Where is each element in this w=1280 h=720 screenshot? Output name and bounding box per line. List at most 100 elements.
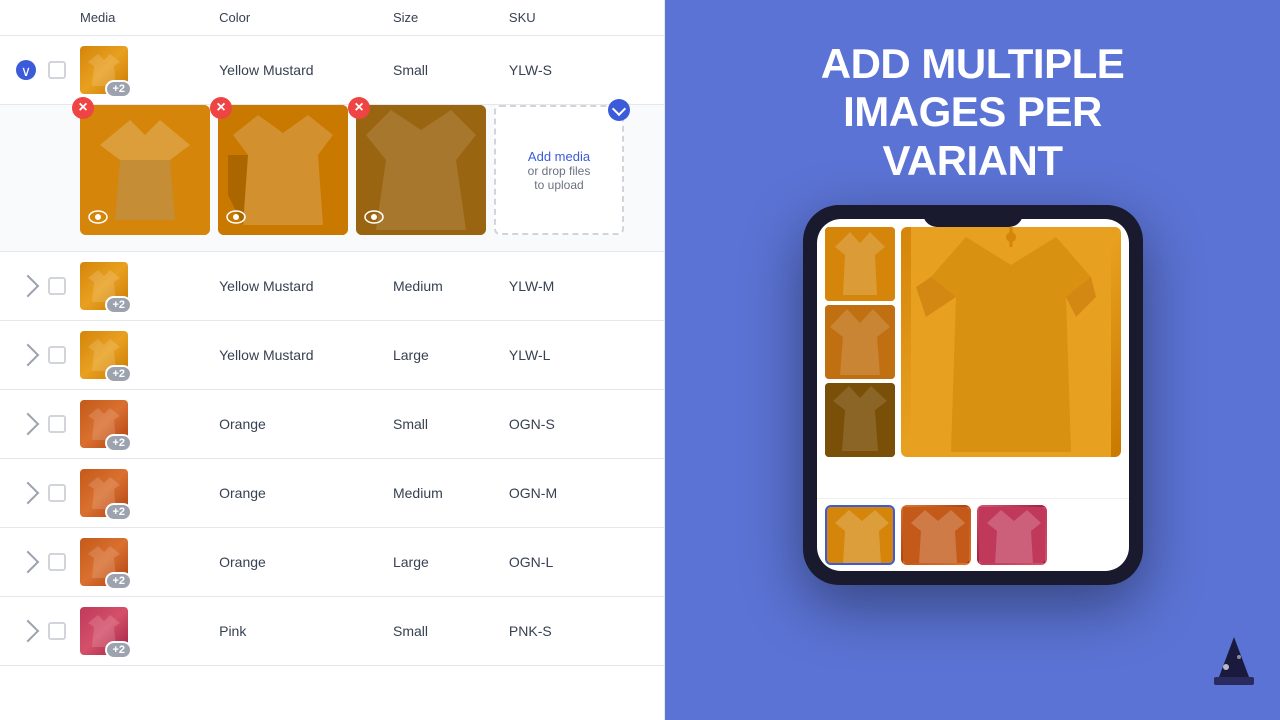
color-col-header: Color xyxy=(219,10,393,25)
add-media-box[interactable]: Add media or drop files to upload xyxy=(494,105,624,235)
thumbnail-stack-ylw-s[interactable]: +2 xyxy=(80,46,128,94)
expanded-img-wrapper-1 xyxy=(80,105,210,235)
phone-thumb-2[interactable] xyxy=(825,305,895,379)
variant-row-ogn-m[interactable]: +2 Orange Medium OGN-M xyxy=(0,459,664,528)
thumbnail-stack-ogn-s[interactable]: +2 xyxy=(80,400,128,448)
sku-cell-ogn-l: OGN-L xyxy=(509,554,648,570)
thumb-badge-pnk-s: +2 xyxy=(105,641,132,659)
expanded-img-wrapper-2 xyxy=(218,105,348,235)
sku-cell-pnk-s: PNK-S xyxy=(509,623,648,639)
add-media-sub1: or drop files xyxy=(528,164,591,178)
expand-button-ylw-m[interactable] xyxy=(16,278,48,294)
size-cell-ogn-l: Large xyxy=(393,554,509,570)
media-cell-ogn-l: +2 xyxy=(80,538,219,586)
size-cell-ogn-s: Small xyxy=(393,416,509,432)
thumbnail-stack-ylw-l[interactable]: +2 xyxy=(80,331,128,379)
size-cell-ylw-m: Medium xyxy=(393,278,509,294)
thumbnail-stack-ogn-l[interactable]: +2 xyxy=(80,538,128,586)
right-panel: ADD MULTIPLE IMAGES PER VARIANT xyxy=(665,0,1280,720)
expand-button-ogn-m[interactable] xyxy=(16,485,48,501)
color-cell-ogn-l: Orange xyxy=(219,554,393,570)
thumb-badge-ylw-l: +2 xyxy=(105,365,132,383)
media-cell-ogn-m: +2 xyxy=(80,469,219,517)
media-cell-ylw-l: +2 xyxy=(80,331,219,379)
color-cell-ogn-m: Orange xyxy=(219,485,393,501)
sku-cell-ylw-l: YLW-L xyxy=(509,347,648,363)
remove-image-2-button[interactable] xyxy=(210,97,232,119)
variant-row-ogn-l[interactable]: +2 Orange Large OGN-L xyxy=(0,528,664,597)
expand-button-ylw-s[interactable]: ∨ xyxy=(16,60,48,80)
media-cell-ogn-s: +2 xyxy=(80,400,219,448)
media-cell-ylw-s: +2 xyxy=(80,46,219,94)
checkbox-ogn-s[interactable] xyxy=(48,415,80,433)
size-cell-ogn-m: Medium xyxy=(393,485,509,501)
eye-button-2[interactable] xyxy=(224,205,248,229)
variant-row-pnk-s[interactable]: +2 Pink Small PNK-S xyxy=(0,597,664,666)
variant-row-ylw-s-header[interactable]: ∨ +2 Yellow Mustard Small YLW-S xyxy=(0,36,664,105)
thumb-badge-ogn-m: +2 xyxy=(105,503,132,521)
color-cell-ylw-l: Yellow Mustard xyxy=(219,347,393,363)
table-header: Media Color Size SKU xyxy=(0,0,664,36)
eye-button-3[interactable] xyxy=(362,205,386,229)
sku-cell-ylw-m: YLW-M xyxy=(509,278,648,294)
color-cell-ogn-s: Orange xyxy=(219,416,393,432)
checkbox-ylw-l[interactable] xyxy=(48,346,80,364)
remove-image-1-button[interactable] xyxy=(72,97,94,119)
sku-cell-ogn-m: OGN-M xyxy=(509,485,648,501)
thumb-badge-ylw-m: +2 xyxy=(105,296,132,314)
wizard-icon xyxy=(1204,632,1264,704)
size-cell-pnk-s: Small xyxy=(393,623,509,639)
expanded-section-ylw-s: Add media or drop files to upload xyxy=(0,105,664,252)
sku-col-header: SKU xyxy=(509,10,648,25)
media-cell-pnk-s: +2 xyxy=(80,607,219,655)
expand-button-pnk-s[interactable] xyxy=(16,623,48,639)
expand-button-ogn-s[interactable] xyxy=(16,416,48,432)
thumb-badge-ogn-s: +2 xyxy=(105,434,132,452)
size-col-header: Size xyxy=(393,10,509,25)
thumbnail-stack-pnk-s[interactable]: +2 xyxy=(80,607,128,655)
checkbox-ogn-m[interactable] xyxy=(48,484,80,502)
bottom-thumb-pink[interactable] xyxy=(977,505,1047,565)
add-media-dropdown-button[interactable] xyxy=(608,99,630,121)
phone-notch xyxy=(923,205,1023,227)
phone-thumb-3[interactable] xyxy=(825,383,895,457)
thumb-badge-ylw-s: +2 xyxy=(105,80,132,98)
add-media-sub2: to upload xyxy=(534,178,583,192)
bottom-thumb-selected[interactable] xyxy=(825,505,895,565)
phone-mockup xyxy=(803,205,1143,585)
checkbox-pnk-s[interactable] xyxy=(48,622,80,640)
variant-row-ogn-s[interactable]: +2 Orange Small OGN-S xyxy=(0,390,664,459)
size-cell-ylw-l: Large xyxy=(393,347,509,363)
phone-bottom-strip xyxy=(817,498,1129,571)
add-media-label: Add media xyxy=(528,149,590,164)
bottom-thumb-orange[interactable] xyxy=(901,505,971,565)
checkbox-ylw-m[interactable] xyxy=(48,277,80,295)
media-cell-ylw-m: +2 xyxy=(80,262,219,310)
thumbnail-stack-ylw-m[interactable]: +2 xyxy=(80,262,128,310)
phone-main-image xyxy=(901,227,1121,457)
expanded-images-container: Add media or drop files to upload xyxy=(80,105,648,235)
remove-image-3-button[interactable] xyxy=(348,97,370,119)
variant-row-ylw-m[interactable]: +2 Yellow Mustard Medium YLW-M xyxy=(0,252,664,321)
thumb-badge-ogn-l: +2 xyxy=(105,572,132,590)
expand-button-ylw-l[interactable] xyxy=(16,347,48,363)
size-cell-ylw-s: Small xyxy=(393,62,509,78)
checkbox-ylw-s[interactable] xyxy=(48,61,80,79)
phone-screen xyxy=(817,219,1129,571)
color-cell-ylw-m: Yellow Mustard xyxy=(219,278,393,294)
media-col-header: Media xyxy=(80,10,219,25)
checkbox-ogn-l[interactable] xyxy=(48,553,80,571)
variants-table: Media Color Size SKU ∨ +2 Yellow Mustard… xyxy=(0,0,665,720)
sku-cell-ylw-s: YLW-S xyxy=(509,62,648,78)
phone-thumb-1[interactable] xyxy=(825,227,895,301)
eye-button-1[interactable] xyxy=(86,205,110,229)
expanded-img-wrapper-3 xyxy=(356,105,486,235)
phone-main-area xyxy=(817,219,1129,498)
hero-title: ADD MULTIPLE IMAGES PER VARIANT xyxy=(821,40,1125,185)
color-cell-ylw-s: Yellow Mustard xyxy=(219,62,393,78)
color-cell-pnk-s: Pink xyxy=(219,623,393,639)
sku-cell-ogn-s: OGN-S xyxy=(509,416,648,432)
variant-row-ylw-l[interactable]: +2 Yellow Mustard Large YLW-L xyxy=(0,321,664,390)
thumbnail-stack-ogn-m[interactable]: +2 xyxy=(80,469,128,517)
expand-button-ogn-l[interactable] xyxy=(16,554,48,570)
